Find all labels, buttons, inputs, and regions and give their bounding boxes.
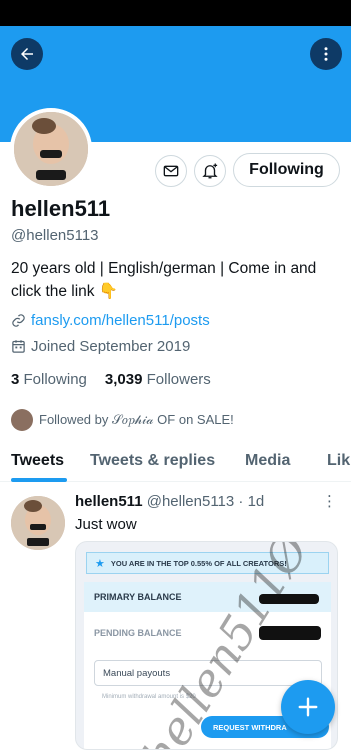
- notifications-button[interactable]: [194, 155, 226, 187]
- message-button[interactable]: [155, 155, 187, 187]
- more-button[interactable]: [310, 38, 342, 70]
- followed-by[interactable]: Followed by 𝒮𝑜𝑝𝒽𝒾𝒶 OF on SALE!: [11, 409, 234, 431]
- back-button[interactable]: [11, 38, 43, 70]
- profile-link-row[interactable]: fansly.com/hellen511/posts: [11, 312, 210, 329]
- status-bar: [0, 0, 351, 26]
- avatar-photo: [14, 112, 88, 186]
- profile-handle: @hellen5113: [11, 227, 99, 244]
- profile-bio: 20 years old | English/german | Come in …: [11, 260, 317, 300]
- arrow-left-icon: [21, 48, 33, 60]
- tab-media[interactable]: Media: [245, 452, 290, 470]
- tweet-author[interactable]: hellen511: [75, 493, 143, 510]
- profile-avatar[interactable]: [10, 108, 92, 190]
- follower-avatar: [11, 409, 33, 431]
- tweet-handle: @hellen5113: [146, 493, 235, 510]
- followers-link[interactable]: 3,039 Followers: [105, 371, 211, 388]
- link-icon: [12, 314, 25, 327]
- tab-tweets-replies[interactable]: Tweets & replies: [90, 452, 215, 470]
- mail-icon: [163, 165, 179, 177]
- following-label: Following: [23, 371, 87, 388]
- calendar-icon: [12, 340, 25, 353]
- followers-label: Followers: [146, 371, 211, 388]
- profile-tabs: Tweets Tweets & replies Media Lik: [0, 440, 351, 482]
- profile-link[interactable]: fansly.com/hellen511/posts: [31, 312, 210, 329]
- tab-tweets[interactable]: Tweets: [11, 452, 64, 470]
- bell-plus-icon: [202, 163, 218, 179]
- media-pending-balance: PENDING BALANCE: [94, 628, 182, 638]
- plus-icon: [298, 697, 318, 717]
- following-link[interactable]: 3 Following: [11, 371, 87, 388]
- tweet-text: Just wow: [75, 516, 137, 533]
- follow-counts: 3 Following 3,039 Followers: [11, 371, 211, 388]
- tweet-header: hellen511 @hellen5113 · 1d: [75, 493, 264, 510]
- following-count: 3: [11, 371, 20, 388]
- followers-count: 3,039: [104, 371, 143, 388]
- tweet-more-icon[interactable]: ⋮: [322, 492, 337, 510]
- compose-button[interactable]: [281, 680, 335, 734]
- followed-by-text: Followed by 𝒮𝑜𝑝𝒽𝒾𝒶 OF on SALE!: [39, 412, 234, 427]
- avatar-photo: [11, 496, 65, 550]
- display-name: hellen511: [11, 196, 111, 221]
- more-vertical-icon: [324, 47, 328, 61]
- tweet-avatar[interactable]: [11, 496, 65, 550]
- active-tab-indicator: [11, 478, 67, 482]
- joined-row: Joined September 2019: [11, 338, 190, 355]
- star-icon: ★: [95, 557, 105, 570]
- tweet-time: · 1d: [238, 493, 265, 510]
- following-button[interactable]: Following: [233, 153, 340, 187]
- joined-date: Joined September 2019: [31, 338, 191, 355]
- tab-likes[interactable]: Lik: [327, 452, 350, 470]
